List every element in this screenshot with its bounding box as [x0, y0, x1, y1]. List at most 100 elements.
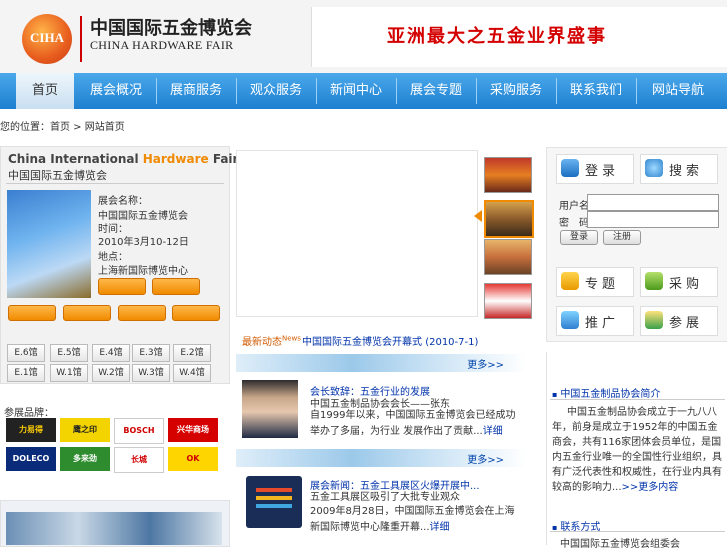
login-icon — [561, 159, 579, 177]
password-input[interactable] — [587, 211, 719, 228]
news-item-body: 自1999年以来，中国国际五金博览会已经成功举办了多届，为行业 发展作出了贡献.… — [310, 410, 516, 437]
username-input[interactable] — [587, 194, 719, 211]
news-headline-text: 中国国际五金博览会开幕式 — [302, 337, 422, 348]
hall-button[interactable]: W.3馆 — [132, 364, 170, 382]
news-headline-date: (2010-7-1) — [425, 337, 479, 348]
brand-logo[interactable]: BOSCH — [114, 418, 164, 444]
visit-icon — [645, 311, 663, 329]
brand-logo[interactable]: 鹰之印 — [60, 418, 110, 442]
fair-title-en-highlight: Hardware — [142, 152, 209, 166]
hall-button[interactable]: W.2馆 — [92, 364, 130, 382]
nav-item-sitemap[interactable]: 网站导航 — [640, 73, 716, 109]
topic-tile[interactable]: 专题 — [556, 267, 634, 297]
purchase-tile[interactable]: 采购 — [640, 267, 718, 297]
section-bar: 更多>> — [236, 449, 526, 467]
nav-item-news[interactable]: 新闻中心 — [320, 73, 392, 109]
exhibition-photo[interactable] — [6, 512, 222, 545]
brand-logo[interactable]: 长城 — [114, 447, 164, 473]
news-item-body: 2009年8月28日，中国国际五金博览会在上海新国际博览中心隆重开幕...详细 — [310, 506, 515, 533]
more-link[interactable]: 更多>> — [467, 356, 504, 371]
promote-tile[interactable]: 推广 — [556, 306, 634, 336]
slide-thumbnail[interactable] — [484, 283, 532, 319]
login-button[interactable]: 登录 — [560, 230, 598, 245]
nav-divider — [556, 78, 557, 104]
logo-mark: CIHA — [30, 30, 64, 45]
logo-divider — [80, 16, 82, 62]
slide-thumbnail[interactable] — [484, 200, 534, 238]
visit-tile-label: 参展 — [669, 316, 704, 331]
fair-quick-button[interactable] — [63, 305, 111, 321]
hall-button[interactable]: W.4馆 — [173, 364, 211, 382]
nav-item-home[interactable]: 首页 — [16, 73, 74, 109]
nav-item-visitor[interactable]: 观众服务 — [240, 73, 312, 109]
banner-slideshow[interactable] — [236, 150, 478, 317]
fair-action-button[interactable] — [152, 278, 200, 295]
purchase-tile-label: 采购 — [669, 277, 704, 292]
divider — [6, 183, 224, 184]
arrow-left-icon — [474, 210, 482, 222]
brand-logo[interactable]: DOLECO — [6, 447, 56, 471]
purchase-icon — [645, 272, 663, 290]
slide-thumbnail[interactable] — [484, 239, 532, 275]
hall-button[interactable]: E.4馆 — [92, 344, 130, 362]
tool-kit-photo[interactable] — [246, 476, 302, 528]
intro-title[interactable]: ▪ 中国五金制品协会简介 — [552, 385, 660, 400]
fair-title-cn: 中国国际五金博览会 — [8, 169, 107, 182]
news-headline-link[interactable]: 中国国际五金博览会开幕式 (2010-7-1) — [302, 333, 478, 348]
nav-item-overview[interactable]: 展会概况 — [80, 73, 152, 109]
brand-logo[interactable]: 力易得 — [6, 418, 56, 442]
slide-thumbnail[interactable] — [484, 157, 532, 193]
nav-item-purchase[interactable]: 采购服务 — [480, 73, 552, 109]
nav-item-exhibitor[interactable]: 展商服务 — [160, 73, 232, 109]
search-icon — [645, 159, 663, 177]
site-title-cn[interactable]: 中国国际五金博览会 — [90, 14, 252, 40]
fair-quick-button[interactable] — [118, 305, 166, 321]
fair-info-line: 展会名称： — [98, 196, 148, 207]
fair-action-button[interactable] — [98, 278, 146, 295]
news-item-body-text: 2009年8月28日，中国国际五金博览会在上海新国际博览中心隆重开幕 — [310, 506, 515, 533]
breadcrumb: 您的位置：首页 > 网站首页 — [0, 122, 125, 133]
register-button[interactable]: 注册 — [603, 230, 641, 245]
brand-logo[interactable]: 多来劲 — [60, 447, 110, 471]
detail-link[interactable]: 详细 — [430, 522, 450, 533]
more-link[interactable]: 更多>> — [467, 451, 504, 466]
fair-quick-button[interactable] — [8, 305, 56, 321]
login-tile[interactable]: 登录 — [556, 154, 634, 184]
intro-more-link[interactable]: >>更多内容 — [622, 482, 679, 493]
hall-button[interactable]: E.6馆 — [7, 344, 45, 362]
hall-button[interactable]: W.1馆 — [50, 364, 88, 382]
nav-item-topics[interactable]: 展会专题 — [400, 73, 472, 109]
hall-button[interactable]: E.2馆 — [173, 344, 211, 362]
fair-info-line: 上海新国际博览中心 — [98, 266, 188, 277]
hall-button[interactable]: E.5馆 — [50, 344, 88, 362]
nav-divider — [636, 78, 637, 104]
visit-tile[interactable]: 参展 — [640, 306, 718, 336]
brand-logo[interactable]: OK — [168, 447, 218, 471]
brand-logo[interactable]: 兴华商场 — [168, 418, 218, 442]
fair-poster-image[interactable] — [7, 190, 91, 298]
search-tile[interactable]: 搜索 — [640, 154, 718, 184]
logo-icon[interactable]: CIHA — [22, 14, 72, 64]
brand-logo-grid: 力易得 鹰之印 BOSCH 兴华商场 DOLECO 多来劲 长城 OK — [6, 418, 222, 474]
fair-quick-button[interactable] — [172, 305, 220, 321]
search-tile-label: 搜索 — [669, 164, 704, 179]
news-item-title[interactable]: 会长致辞：五金行业的发展 — [310, 383, 430, 398]
fair-title-en-post: Fair — [208, 152, 239, 166]
login-tile-label: 登录 — [585, 164, 620, 179]
nav-divider — [396, 78, 397, 104]
hall-button[interactable]: E.1馆 — [7, 364, 45, 382]
intro-body: 中国五金制品协会成立于一九八八年，前身是成立于1952年的中国五金商会，共有11… — [552, 407, 722, 493]
detail-link[interactable]: 详细 — [483, 426, 503, 437]
news-heading-label: 最新动态 — [242, 337, 282, 348]
nav-divider — [316, 78, 317, 104]
news-heading-sup: News — [282, 334, 301, 343]
nav-item-contact[interactable]: 联系我们 — [560, 73, 632, 109]
site-title-en: CHINA HARDWARE FAIR — [90, 38, 234, 52]
main-nav: 首页 展会概况 展商服务 观众服务 新闻中心 展会专题 采购服务 联系我们 网站… — [0, 73, 727, 109]
news-heading: 最新动态News — [242, 333, 301, 348]
hall-button[interactable]: E.3馆 — [132, 344, 170, 362]
speaker-photo[interactable] — [242, 380, 298, 438]
fair-info-line: 2010年3月10-12日 — [98, 237, 189, 248]
nav-divider — [476, 78, 477, 104]
promote-icon — [561, 311, 579, 329]
